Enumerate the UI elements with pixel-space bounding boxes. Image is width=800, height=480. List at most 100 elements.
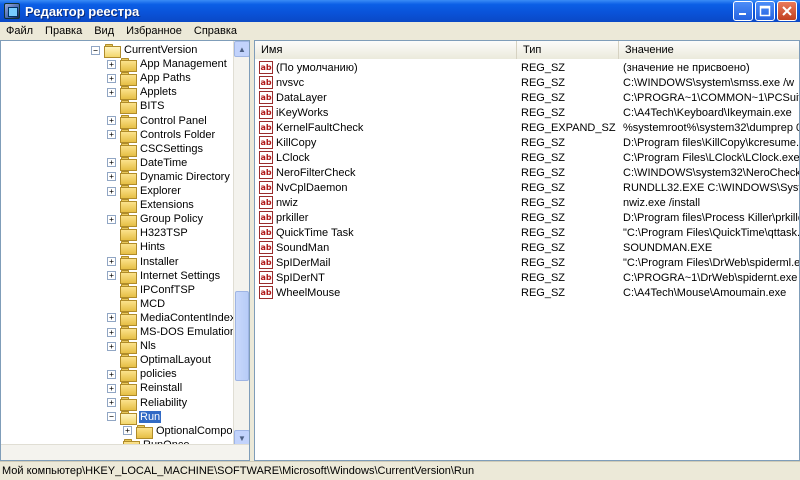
expand-icon[interactable]: + [123,426,132,436]
menu-edit[interactable]: Правка [39,25,88,37]
menu-view[interactable]: Вид [88,25,120,37]
tree-item-label: Control Panel [140,114,207,127]
tree-item[interactable]: BITS [107,99,165,115]
value-name: DataLayer [276,91,327,104]
tree-item[interactable]: OptimalLayout [107,353,212,369]
list-row[interactable]: ab NvCplDaemon REG_SZ RUNDLL32.EXE C:\WINDO… [255,180,799,195]
expand-icon[interactable]: + [107,327,116,337]
menu-help[interactable]: Справка [188,25,243,37]
ab-string-icon: ab [259,151,273,164]
expand-icon[interactable]: + [107,369,116,379]
list-row[interactable]: ab KernelFaultCheck REG_EXPAND_SZ %systemro… [255,120,799,135]
tree-item-label: Nls [140,340,156,353]
list-row[interactable]: ab KillCopy REG_SZ D:\Program files\KillCop… [255,135,799,150]
tree-item[interactable]: + Controls Folder [107,128,216,143]
tree-item-optionalcomponents[interactable]: + OptionalComponer [123,424,235,439]
tree-item[interactable]: Extensions [107,198,195,214]
tree-item[interactable]: + policies [107,367,178,383]
list-row[interactable]: ab LClock REG_SZ C:\Program Files\LClock\LC… [255,150,799,165]
expand-icon[interactable]: + [107,341,116,351]
menu-favorites[interactable]: Избранное [120,25,188,37]
expand-icon[interactable]: + [107,186,116,196]
list-row[interactable]: ab SpIDerNT REG_SZ C:\PROGRA~1\DrWeb\spider… [255,270,799,285]
tree-horizontal-scrollbar[interactable] [1,444,249,460]
tree-item[interactable]: − Run [107,410,162,425]
column-value-header[interactable]: Значение [619,41,799,59]
maximize-button[interactable] [755,1,775,21]
registry-tree[interactable]: − CurrentVersion + App Management + App Pat… [0,40,250,461]
list-row[interactable]: ab SpIDerMail REG_SZ "C:\Program Files\DrWe… [255,255,799,270]
no-expander [107,285,116,295]
folder-icon [120,72,137,87]
expand-icon[interactable]: + [107,158,116,168]
tree-item[interactable]: + Applets [107,85,178,101]
collapse-icon[interactable]: − [107,412,116,422]
tree-item[interactable]: + Explorer [107,184,182,199]
value-type: REG_SZ [521,286,566,299]
list-row[interactable]: ab nwiz REG_SZ nwiz.exe /install [255,195,799,210]
tree-item-currentversion[interactable]: − CurrentVersion [91,43,198,58]
folder-icon [120,156,137,171]
value-name-cell: ab SpIDerMail [255,256,517,269]
tree-item-label: Explorer [140,185,181,197]
title-bar[interactable]: Редактор реестра [0,0,800,22]
folder-icon [120,368,137,383]
tree-vertical-scrollbar[interactable]: ▲ ▼ [233,41,249,446]
values-list[interactable]: Имя Тип Значение ab (По умолчанию) REG_SZ(… [254,40,800,461]
list-row[interactable]: ab prkiller REG_SZ D:\Program files\Process… [255,210,799,225]
minimize-button[interactable] [733,1,753,21]
tree-item[interactable]: + MediaContentIndex [107,311,235,326]
expand-icon[interactable]: + [107,73,116,83]
tree-item[interactable]: + Group Policy [107,212,204,228]
tree-item[interactable]: + Internet Settings [107,269,221,284]
tree-item[interactable]: + App Paths [107,71,192,87]
maximize-icon [759,5,771,17]
expand-icon[interactable]: + [107,398,116,407]
ab-string-icon: ab [259,136,273,149]
tree-item[interactable]: + Dynamic Directory [107,170,231,185]
tree-item[interactable]: + Control Panel [107,114,208,129]
tree-item-label: Reliability [140,396,188,409]
tree-item[interactable]: + Reinstall [107,381,183,397]
tree-item[interactable]: Hints [107,240,166,256]
ab-string-icon: ab [259,166,273,179]
tree-item[interactable]: + Installer [107,255,180,270]
list-row[interactable]: ab nvsvc REG_SZ C:\WINDOWS\system\smss.exe … [255,75,799,90]
expand-icon[interactable]: + [107,59,116,69]
list-row[interactable]: ab iKeyWorks REG_SZ C:\A4Tech\Keyboard\Ikey… [255,105,799,120]
list-row[interactable]: ab (По умолчанию) REG_SZ (значение не присв… [255,60,799,75]
collapse-icon[interactable]: − [91,45,100,55]
tree-item[interactable]: + MS-DOS Emulation [107,325,235,340]
folder-icon [136,424,153,439]
no-expander [107,228,116,238]
tree-item[interactable]: + DateTime [107,156,188,171]
expand-icon[interactable]: + [107,271,116,281]
list-row[interactable]: ab WheelMouse REG_SZ C:\A4Tech\Mouse\Amouma… [255,285,799,300]
expand-icon[interactable]: + [107,116,116,125]
expand-icon[interactable]: + [107,87,116,97]
expand-icon[interactable]: + [107,257,116,266]
list-row[interactable]: ab SoundMan REG_SZ SOUNDMAN.EXE [255,240,799,255]
list-row[interactable]: ab NeroFilterCheck REG_SZ C:\WINDOWS\system… [255,165,799,180]
value-type: REG_SZ [521,166,566,179]
expand-icon[interactable]: + [107,214,116,224]
tree-item[interactable]: CSCSettings [107,142,204,157]
expand-icon[interactable]: + [107,313,116,323]
tree-item[interactable]: MCD [107,297,166,312]
column-type-header[interactable]: Тип [517,41,619,59]
close-button[interactable] [777,1,797,21]
menu-file[interactable]: Файл [0,25,39,37]
tree-item[interactable]: IPConfTSP [107,283,196,298]
list-row[interactable]: ab QuickTime Task REG_SZ "C:\Program Files\… [255,225,799,240]
tree-item[interactable]: + Reliability [107,396,188,411]
expand-icon[interactable]: + [107,172,116,182]
expand-icon[interactable]: + [107,130,116,140]
scroll-up-button[interactable]: ▲ [234,41,249,57]
list-row[interactable]: ab DataLayer REG_SZ C:\PROGRA~1\COMMON~1\PC… [255,90,799,105]
tree-item[interactable]: H323TSP [107,226,189,242]
tree-item[interactable]: + App Management [107,57,228,73]
expand-icon[interactable]: + [107,383,116,393]
scroll-thumb[interactable] [235,291,249,381]
column-name-header[interactable]: Имя [255,41,517,59]
tree-item[interactable]: + Nls [107,339,157,355]
